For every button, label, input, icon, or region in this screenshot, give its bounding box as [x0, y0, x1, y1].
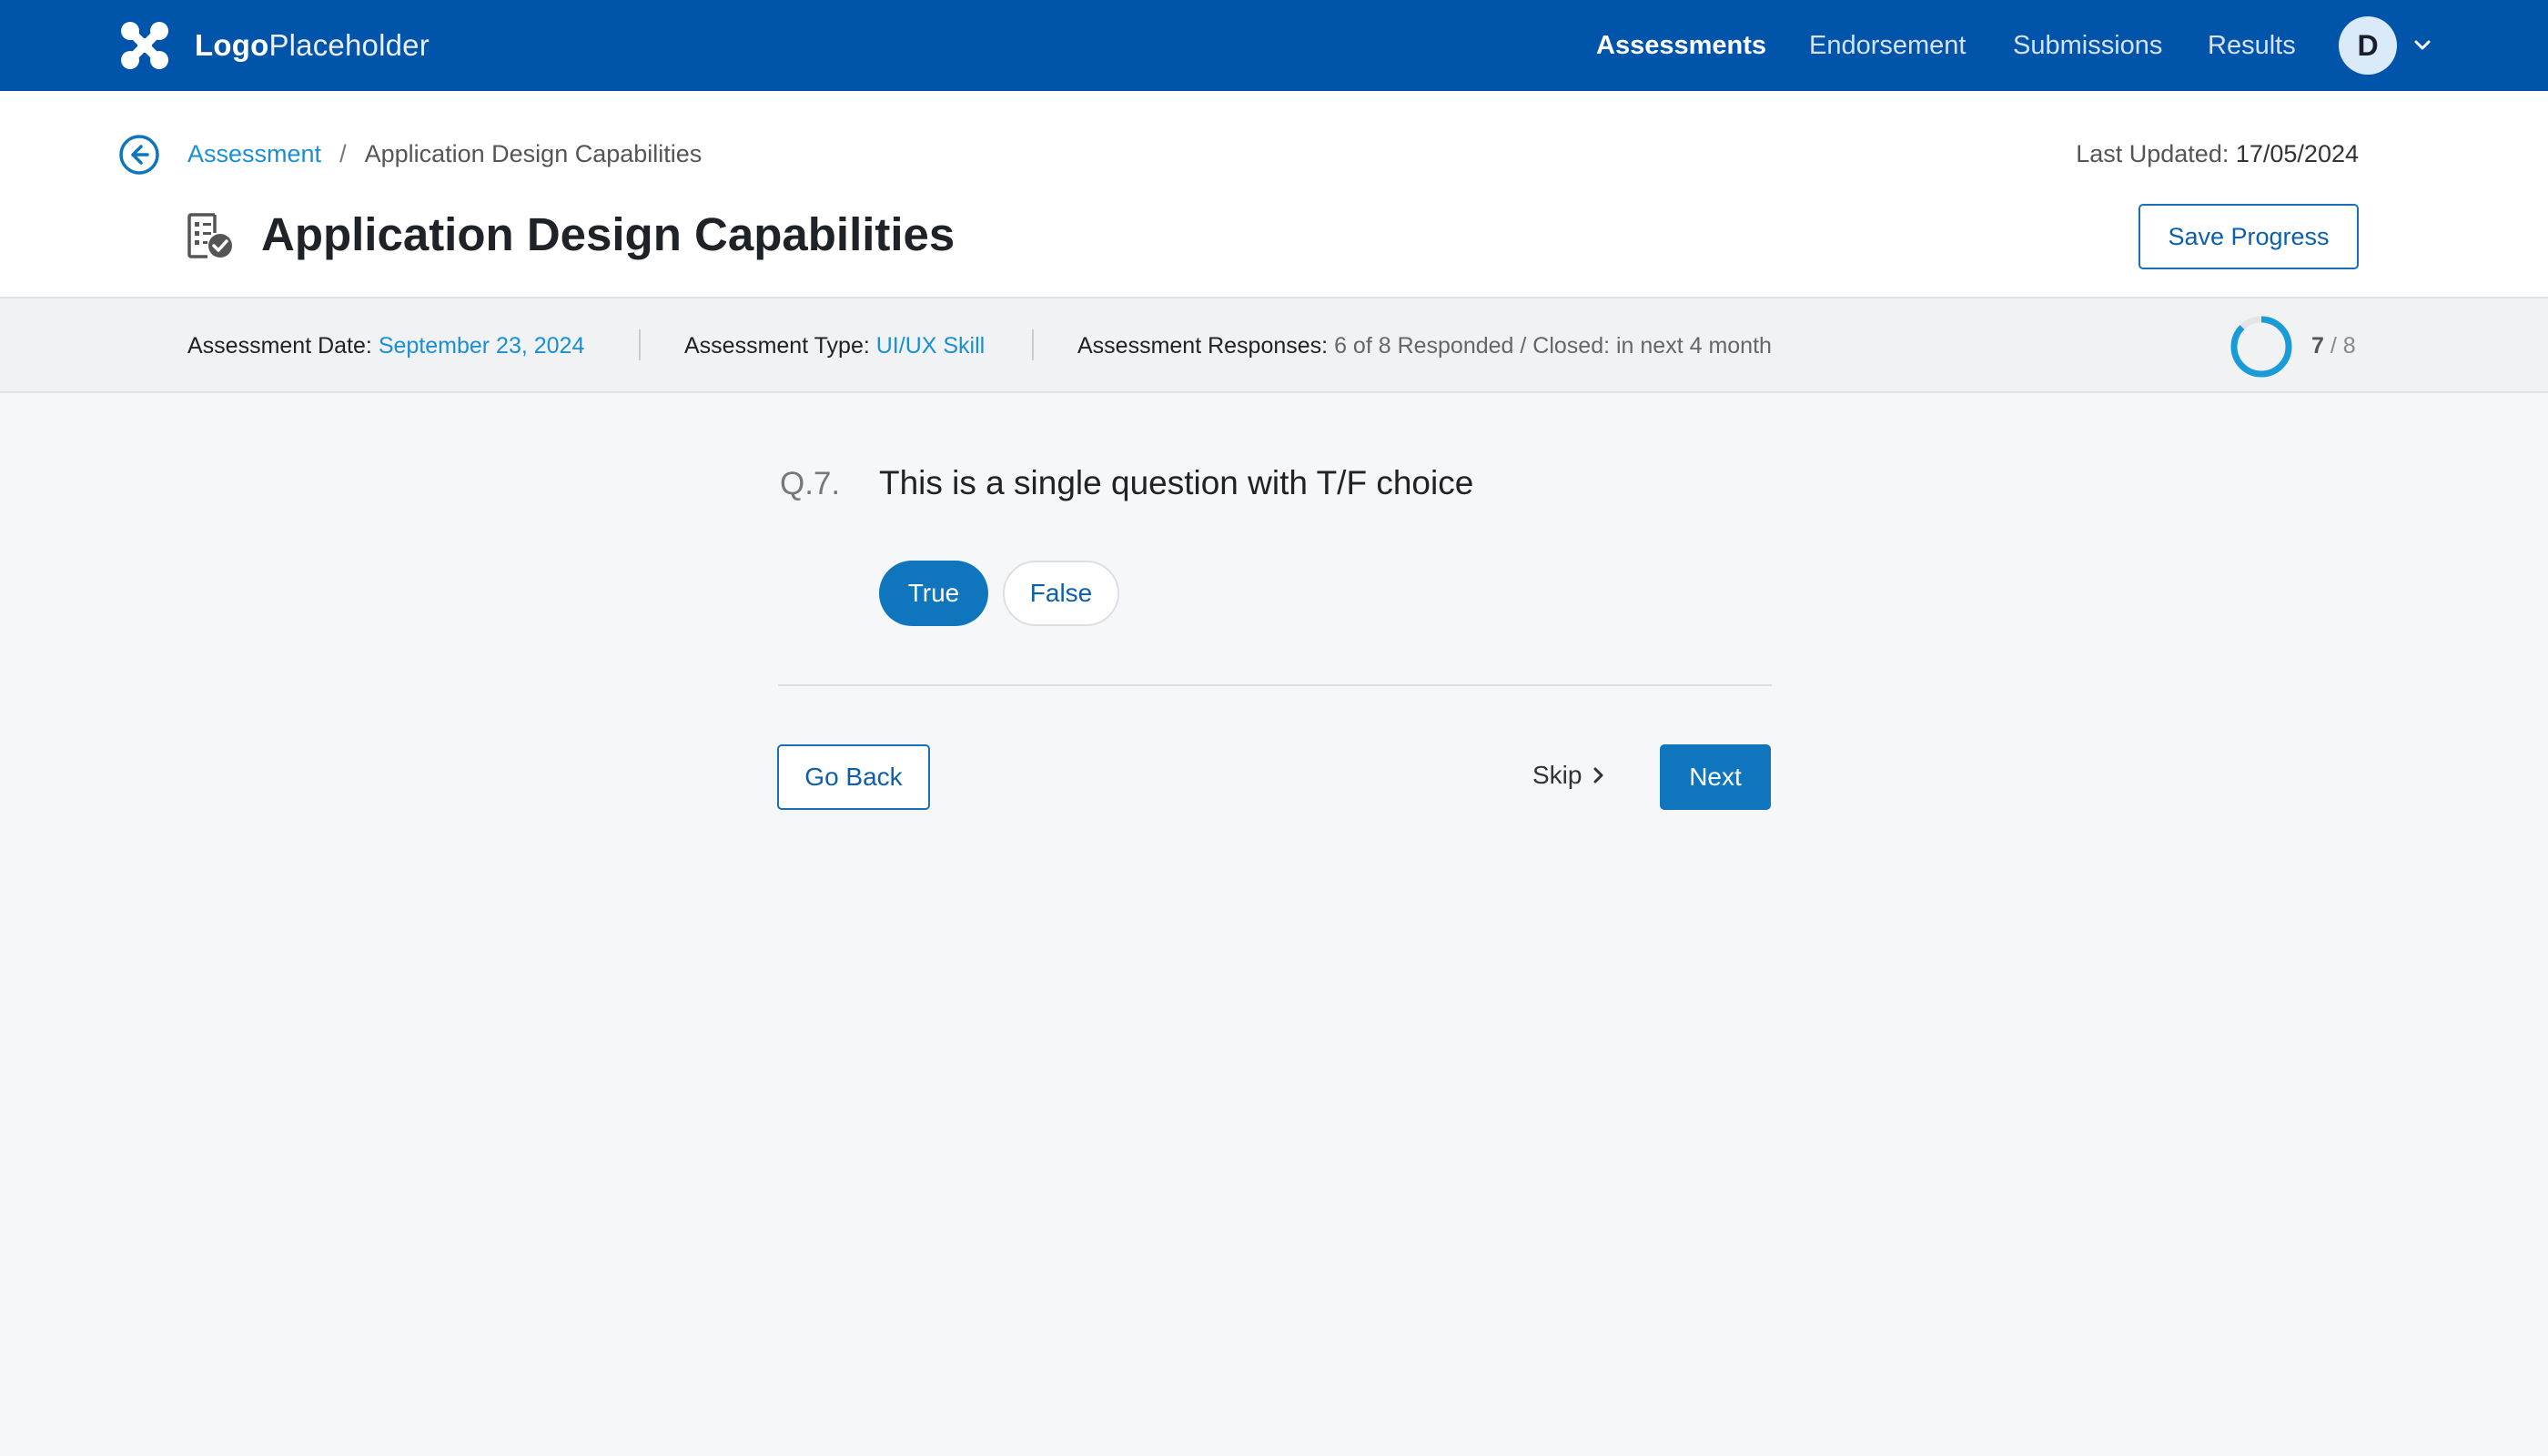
user-avatar[interactable]: D	[2339, 16, 2397, 75]
skip-label: Skip	[1532, 761, 1582, 789]
go-back-button[interactable]: Go Back	[777, 744, 930, 810]
chevron-down-icon[interactable]	[2410, 33, 2435, 58]
logo-text-bold: Logo	[195, 28, 269, 62]
nav-item-endorsement[interactable]: Endorsement	[1809, 31, 1967, 61]
top-navigation-bar: LogoPlaceholder Assessments Endorsement …	[0, 0, 2548, 91]
progress-ring-fill	[2230, 316, 2292, 378]
question-text: This is a single question with T/F choic…	[879, 464, 1474, 501]
breadcrumb: Assessment / Application Design Capabili…	[187, 140, 702, 168]
assessment-type-value: UI/UX Skill	[875, 333, 986, 359]
progress-current: 7	[2311, 333, 2324, 359]
assessment-date: Assessment Date: September 23, 2024	[187, 333, 584, 359]
page-header: Assessment / Application Design Capabili…	[0, 91, 2548, 298]
page-title: Application Design Capabilities	[261, 208, 956, 260]
info-divider	[639, 329, 641, 360]
checklist-document-icon	[187, 213, 232, 258]
assessment-type: Assessment Type: UI/UX Skill	[684, 333, 985, 359]
nav-item-submissions[interactable]: Submissions	[2013, 31, 2162, 61]
choice-false-button[interactable]: False	[1003, 561, 1119, 626]
app-logo[interactable]: LogoPlaceholder	[118, 20, 430, 71]
progress-total: 8	[2342, 333, 2356, 359]
logo-text-light: Placeholder	[268, 28, 430, 62]
assessment-responses-value: 6 of 8 Responded / Closed: in next 4 mon…	[1334, 333, 1772, 359]
assessment-info-strip: Assessment Date: September 23, 2024 Asse…	[0, 298, 2548, 393]
assessment-type-label: Assessment Type:	[684, 333, 870, 359]
breadcrumb-separator: /	[339, 140, 347, 167]
assessment-responses: Assessment Responses: 6 of 8 Responded /…	[1077, 333, 1772, 359]
breadcrumb-current: Application Design Capabilities	[364, 140, 703, 167]
question-number: Q.7.	[780, 466, 841, 501]
next-button[interactable]: Next	[1660, 744, 1771, 810]
assessment-date-label: Assessment Date:	[187, 333, 372, 359]
nav-item-results[interactable]: Results	[2208, 31, 2296, 61]
skip-button[interactable]: Skip	[1532, 761, 1607, 790]
arrow-left-circle-icon[interactable]	[118, 134, 160, 176]
question-divider	[778, 684, 1772, 686]
breadcrumb-assessment-link[interactable]: Assessment	[187, 140, 321, 168]
last-updated-label: Last Updated:	[2076, 140, 2230, 167]
last-updated: Last Updated: 17/05/2024	[2076, 140, 2359, 168]
progress-count: 7 / 8	[2311, 333, 2356, 359]
nav-item-assessments[interactable]: Assessments	[1596, 31, 1766, 61]
assessment-responses-label: Assessment Responses:	[1077, 333, 1329, 359]
save-progress-button[interactable]: Save Progress	[2138, 204, 2359, 269]
progress-separator: /	[2330, 333, 2337, 359]
logo-mark-icon	[121, 22, 168, 69]
info-divider	[1032, 329, 1034, 360]
progress-ring	[2230, 316, 2292, 378]
assessment-date-value: September 23, 2024	[378, 333, 585, 359]
chevron-right-icon	[1593, 767, 1603, 784]
logo-text: LogoPlaceholder	[195, 28, 430, 63]
choice-true-button[interactable]: True	[879, 561, 988, 626]
last-updated-value: 17/05/2024	[2235, 140, 2359, 167]
